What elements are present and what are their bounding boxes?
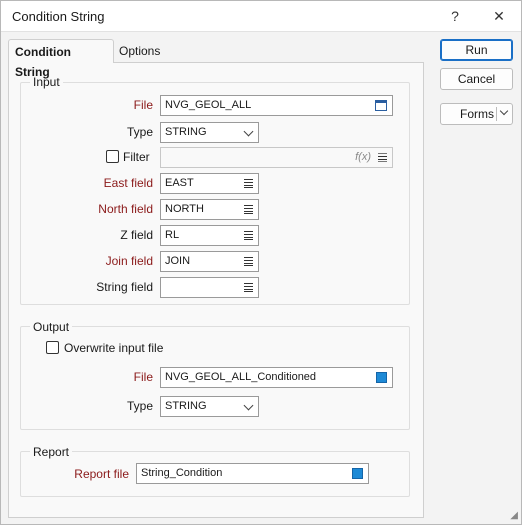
- output-type-select[interactable]: STRING: [160, 396, 259, 417]
- report-file-label: Report file: [74, 467, 129, 481]
- join-field-label: Join field: [105, 254, 153, 268]
- tab-condition-string[interactable]: Condition String: [8, 39, 114, 79]
- window-title: Condition String: [12, 9, 105, 24]
- report-file-field[interactable]: String_Condition: [136, 463, 369, 484]
- tab-options[interactable]: Options: [113, 41, 166, 63]
- filter-checkbox[interactable]: [106, 150, 119, 163]
- overwrite-checkbox[interactable]: [46, 341, 59, 354]
- chevron-down-icon: [243, 126, 254, 137]
- report-file-value: String_Condition: [141, 467, 223, 479]
- forms-button-label: Forms: [460, 107, 494, 121]
- list-icon[interactable]: [378, 153, 387, 162]
- input-file-label: File: [133, 98, 153, 112]
- forms-button[interactable]: Forms: [440, 103, 513, 125]
- list-icon[interactable]: [244, 283, 253, 292]
- file-browse-icon[interactable]: [375, 100, 387, 111]
- cancel-button[interactable]: Cancel: [440, 68, 513, 90]
- run-button[interactable]: Run: [440, 39, 513, 61]
- close-button[interactable]: ✕: [488, 6, 510, 26]
- filter-field[interactable]: f(x): [160, 147, 393, 168]
- overwrite-label: Overwrite input file: [64, 341, 164, 355]
- z-field-input[interactable]: RL: [160, 225, 259, 246]
- chevron-down-icon[interactable]: [499, 106, 509, 116]
- help-button[interactable]: ?: [444, 6, 466, 26]
- run-button-label: Run: [465, 43, 488, 57]
- join-field-input[interactable]: JOIN: [160, 251, 259, 272]
- cancel-button-label: Cancel: [457, 72, 496, 86]
- north-field-value: NORTH: [165, 203, 204, 215]
- file-picker-icon[interactable]: [352, 468, 363, 479]
- list-icon[interactable]: [244, 179, 253, 188]
- list-icon[interactable]: [244, 205, 253, 214]
- chevron-down-icon: [243, 400, 254, 411]
- output-type-label: Type: [126, 399, 153, 413]
- function-icon[interactable]: f(x): [355, 149, 371, 166]
- north-field-input[interactable]: NORTH: [160, 199, 259, 220]
- tab-panel: Input File NVG_GEOL_ALL Type STRING Filt…: [8, 62, 424, 518]
- input-file-field[interactable]: NVG_GEOL_ALL: [160, 95, 393, 116]
- output-type-value: STRING: [165, 400, 207, 412]
- input-type-value: STRING: [165, 126, 207, 138]
- z-field-value: RL: [165, 229, 180, 241]
- z-field-label: Z field: [120, 228, 153, 242]
- east-field-label: East field: [103, 176, 153, 190]
- input-file-value: NVG_GEOL_ALL: [165, 99, 252, 111]
- output-file-label: File: [133, 370, 153, 384]
- forms-split-divider: [496, 107, 497, 121]
- join-field-value: JOIN: [165, 255, 191, 267]
- string-field-input[interactable]: [160, 277, 259, 298]
- list-icon[interactable]: [244, 257, 253, 266]
- filter-label: Filter: [123, 150, 150, 164]
- title-bar: Condition String ? ✕: [1, 1, 521, 32]
- input-type-label: Type: [126, 125, 153, 139]
- output-group-title: Output: [30, 320, 73, 334]
- east-field-input[interactable]: EAST: [160, 173, 259, 194]
- east-field-value: EAST: [165, 177, 194, 189]
- dialog-window: Condition String ? ✕ Condition String Op…: [0, 0, 522, 525]
- output-file-value: NVG_GEOL_ALL_Conditioned: [165, 371, 317, 383]
- output-file-field[interactable]: NVG_GEOL_ALL_Conditioned: [160, 367, 393, 388]
- input-type-select[interactable]: STRING: [160, 122, 259, 143]
- report-group-title: Report: [30, 445, 73, 459]
- north-field-label: North field: [98, 202, 153, 216]
- list-icon[interactable]: [244, 231, 253, 240]
- file-picker-icon[interactable]: [376, 372, 387, 383]
- resize-grip-icon[interactable]: ◢: [510, 510, 518, 521]
- string-field-label: String field: [96, 280, 153, 294]
